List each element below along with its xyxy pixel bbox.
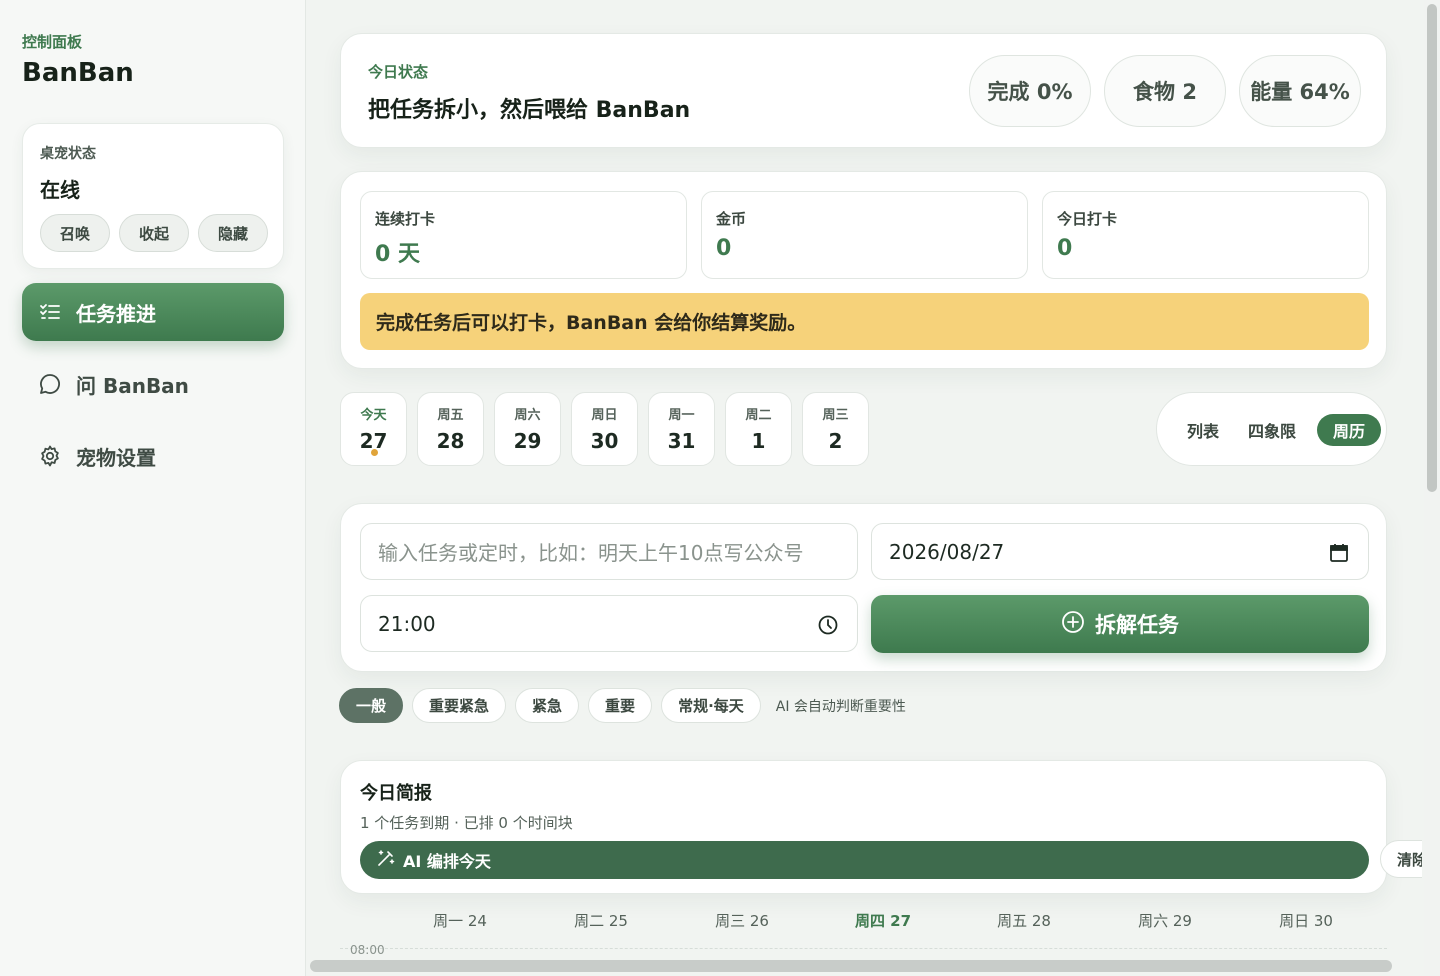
day-chip[interactable]: 周日 30: [571, 392, 638, 466]
vertical-scrollbar-thumb[interactable]: [1427, 4, 1437, 492]
today-checkin-value: 0: [1057, 236, 1073, 261]
day-chip[interactable]: 周六 29: [494, 392, 561, 466]
energy-stat: 能量 64%: [1239, 55, 1361, 127]
today-status-label: 今日状态: [368, 63, 429, 81]
view-quadrant-button[interactable]: 四象限: [1237, 414, 1307, 446]
streak-label: 连续打卡: [375, 210, 436, 228]
day-chip-date: 28: [436, 429, 465, 453]
time-slot-label: 08:00: [350, 943, 385, 957]
day-chip-name: 周六: [514, 408, 541, 423]
week-day-label: 周二 25: [574, 912, 628, 930]
time-value: 21:00: [378, 611, 436, 636]
priority-tags: 一般 重要紧急 紧急 重要 常规·每天 AI 会自动判断重要性: [339, 688, 906, 723]
day-chip[interactable]: 周三 2: [802, 392, 869, 466]
streak-box: 连续打卡 0 天: [360, 191, 687, 279]
vertical-scrollbar[interactable]: [1424, 0, 1440, 976]
nav-item-ask[interactable]: 问 BanBan: [22, 355, 284, 413]
week-day-label-today: 周四 27: [854, 912, 912, 930]
streak-value: 0 天: [375, 242, 420, 267]
task-input-card: 输入任务或定时，比如：明天上午10点写公众号 2026/08/27 21:00: [340, 503, 1387, 672]
pet-status-label: 桌宠状态: [40, 146, 96, 162]
coins-label: 金币: [716, 210, 747, 228]
tag-important-urgent[interactable]: 重要紧急: [412, 688, 507, 723]
today-checkin-box: 今日打卡 0: [1042, 191, 1369, 279]
task-input[interactable]: 输入任务或定时，比如：明天上午10点写公众号: [360, 523, 858, 580]
day-chip-date: 30: [590, 429, 619, 453]
completion-stat: 完成 0%: [969, 55, 1091, 127]
time-field[interactable]: 21:00: [360, 595, 858, 652]
nav-item-tasks[interactable]: 任务推进: [22, 283, 284, 341]
breakdown-task-label: 拆解任务: [1095, 613, 1179, 637]
day-chip-name: 周三: [822, 408, 849, 423]
hide-button[interactable]: 隐藏: [198, 214, 268, 252]
clock-icon[interactable]: [817, 614, 839, 636]
nav-item-label: 宠物设置: [76, 445, 156, 470]
checkin-card: 连续打卡 0 天 金币 0 今日打卡 0 完成任务后可以打卡，BanBan 会给…: [340, 171, 1387, 369]
breakdown-task-button[interactable]: 拆解任务: [871, 595, 1369, 653]
food-stat: 食物 2: [1104, 55, 1226, 127]
main-content: 今日状态 把任务拆小，然后喂给 BanBan 完成 0% 食物 2 能量 64%…: [306, 0, 1422, 976]
pet-status-card: 桌宠状态 在线 召唤 收起 隐藏: [22, 123, 284, 269]
ai-schedule-button[interactable]: AI 编排今天: [360, 841, 1369, 879]
day-chip[interactable]: 周一 31: [648, 392, 715, 466]
priority-hint: AI 会自动判断重要性: [775, 698, 906, 715]
checkin-notice: 完成任务后可以打卡，BanBan 会给你结算奖励。: [360, 293, 1369, 350]
summon-button[interactable]: 召唤: [40, 214, 110, 252]
week-day-label: 周一 24: [433, 912, 487, 930]
horizontal-scrollbar[interactable]: [310, 960, 1392, 972]
week-day-label: 周五 28: [997, 912, 1051, 930]
chat-bubble-icon: [38, 372, 62, 396]
pet-status-value: 在线: [40, 178, 80, 202]
daily-brief-summary: 1 个任务到期 · 已排 0 个时间块: [360, 814, 573, 832]
nav-item-pet-settings[interactable]: 宠物设置: [22, 427, 284, 485]
coins-value: 0: [716, 236, 732, 261]
today-status-message: 把任务拆小，然后喂给 BanBan: [368, 98, 691, 123]
tag-important[interactable]: 重要: [588, 688, 653, 723]
nav-item-label: 问 BanBan: [76, 373, 189, 398]
tag-urgent[interactable]: 紧急: [515, 688, 580, 723]
app-title: BanBan: [22, 58, 134, 88]
date-field[interactable]: 2026/08/27: [871, 523, 1369, 580]
calendar-icon[interactable]: [1328, 542, 1350, 564]
view-list-button[interactable]: 列表: [1171, 414, 1235, 446]
day-chip-name: 周一: [668, 408, 695, 423]
checklist-icon: [38, 300, 62, 324]
nav-item-label: 任务推进: [76, 301, 156, 326]
gear-icon: [38, 444, 62, 468]
today-dot: [371, 449, 378, 456]
clear-button[interactable]: 清除: [1380, 840, 1422, 878]
view-week-button[interactable]: 周历: [1317, 414, 1381, 446]
day-chip[interactable]: 周五 28: [417, 392, 484, 466]
day-chip-today[interactable]: 今天 27: [340, 392, 407, 466]
view-toggle: 列表 四象限 周历: [1156, 392, 1387, 466]
sidebar: 控制面板 BanBan 桌宠状态 在线 召唤 收起 隐藏 任务推进 问 BanB…: [0, 0, 306, 976]
week-day-label: 周日 30: [1279, 912, 1333, 930]
ai-schedule-label: AI 编排今天: [403, 852, 491, 871]
coins-box: 金币 0: [701, 191, 1028, 279]
day-chip-name: 周五: [437, 408, 464, 423]
date-value: 2026/08/27: [889, 539, 1005, 564]
today-checkin-label: 今日打卡: [1057, 210, 1118, 228]
tag-routine-daily[interactable]: 常规·每天: [661, 688, 761, 723]
sidebar-subtitle: 控制面板: [22, 33, 83, 51]
day-chip-name: 周日: [591, 408, 618, 423]
day-chip-date: 1: [751, 429, 766, 453]
day-chip-date: 31: [667, 429, 696, 453]
today-status-card: 今日状态 把任务拆小，然后喂给 BanBan 完成 0% 食物 2 能量 64%: [340, 33, 1387, 148]
week-day-label: 周三 26: [715, 912, 769, 930]
day-strip: 今天 27 周五 28 周六 29 周日 30 周一 31 周二 1 周三 2: [340, 392, 869, 466]
tag-normal[interactable]: 一般: [339, 688, 404, 723]
daily-brief-title: 今日简报: [360, 783, 432, 804]
week-day-label: 周六 29: [1138, 912, 1192, 930]
magic-wand-icon: [377, 849, 395, 871]
day-chip-date: 29: [513, 429, 542, 453]
collapse-button[interactable]: 收起: [119, 214, 189, 252]
day-chip-name: 今天: [360, 408, 387, 423]
daily-brief-card: 今日简报 1 个任务到期 · 已排 0 个时间块 AI 编排今天: [340, 760, 1387, 894]
day-chip-date: 2: [828, 429, 843, 453]
day-chip[interactable]: 周二 1: [725, 392, 792, 466]
plus-circle-icon: [1061, 610, 1085, 639]
day-chip-name: 周二: [745, 408, 772, 423]
